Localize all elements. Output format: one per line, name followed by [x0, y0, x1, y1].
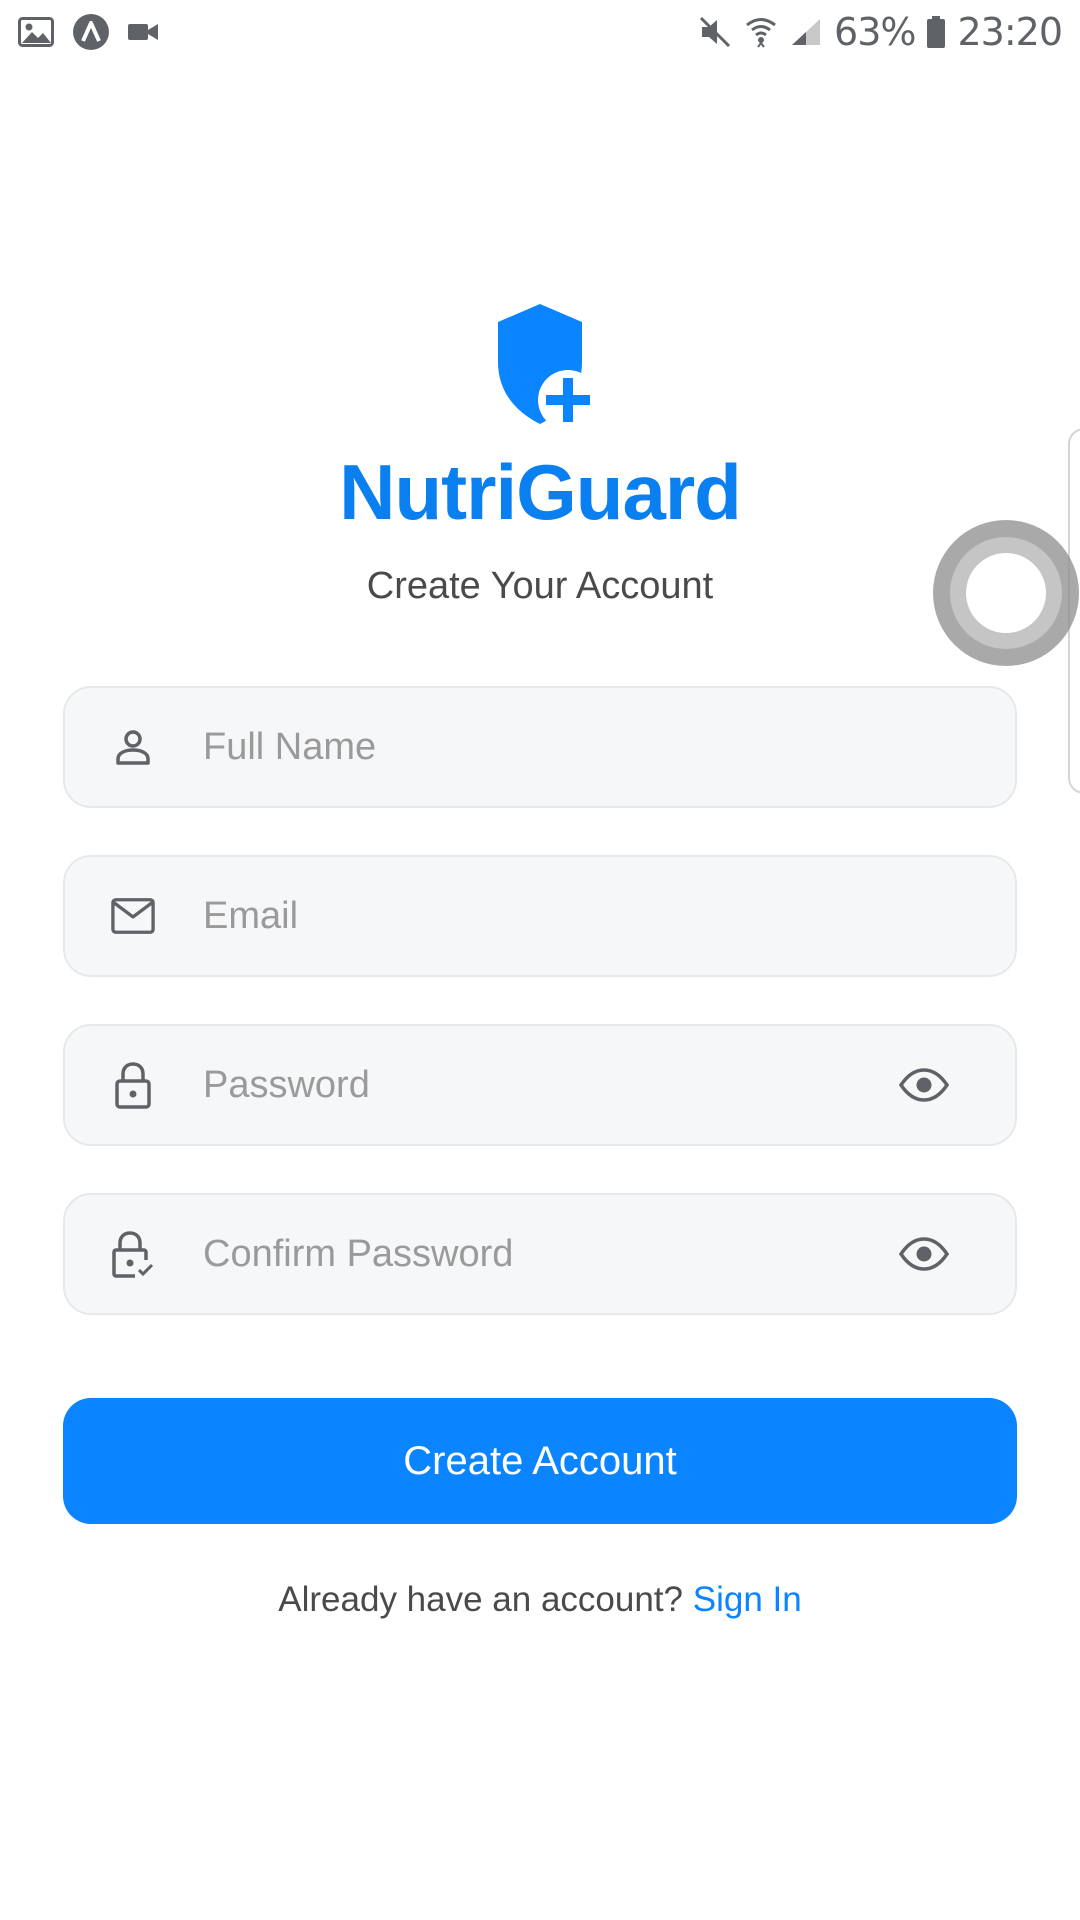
assistive-touch-core — [966, 553, 1046, 633]
mail-icon — [111, 894, 155, 938]
person-icon — [111, 725, 155, 769]
signal-icon — [790, 17, 822, 47]
status-bar: 63% 23:20 — [0, 0, 1080, 64]
lock-icon — [111, 1062, 155, 1109]
sign-in-prompt: Already have an account? Sign In — [0, 1580, 1080, 1620]
gallery-icon — [18, 17, 54, 47]
show-password-toggle[interactable] — [897, 1058, 951, 1112]
show-confirm-password-toggle[interactable] — [897, 1227, 951, 1281]
password-input[interactable] — [203, 1026, 905, 1144]
mute-icon — [698, 15, 732, 49]
email-field[interactable] — [63, 855, 1017, 977]
eye-icon — [899, 1068, 949, 1102]
app-name: NutriGuard — [339, 448, 742, 536]
sign-in-link[interactable]: Sign In — [693, 1580, 802, 1619]
shield-plus-icon — [480, 300, 600, 437]
password-field[interactable] — [63, 1024, 1017, 1146]
sign-in-prompt-text: Already have an account? — [278, 1580, 684, 1619]
wifi-icon — [744, 15, 778, 49]
lock-check-icon — [111, 1231, 155, 1278]
brand-header: NutriGuard Create Your Account — [0, 300, 1080, 605]
battery-percent: 63% — [834, 10, 916, 54]
battery-icon — [927, 16, 946, 48]
app-a-icon — [72, 13, 110, 51]
assistive-touch-button[interactable] — [933, 520, 1079, 666]
sign-up-screen: 63% 23:20 NutriGuard Create Your Account — [0, 0, 1080, 1920]
clock: 23:20 — [957, 10, 1063, 54]
full-name-input[interactable] — [203, 688, 905, 806]
confirm-password-field[interactable] — [63, 1193, 1017, 1315]
full-name-field[interactable] — [63, 686, 1017, 808]
page-subtitle: Create Your Account — [366, 565, 714, 607]
email-input[interactable] — [203, 857, 905, 975]
create-account-button[interactable]: Create Account — [63, 1398, 1017, 1524]
assistive-touch-ring — [950, 537, 1062, 649]
video-camera-icon — [128, 21, 158, 43]
confirm-password-input[interactable] — [203, 1195, 905, 1313]
status-bar-left — [18, 13, 158, 51]
status-bar-right: 63% 23:20 — [698, 10, 1063, 54]
eye-icon — [899, 1237, 949, 1271]
